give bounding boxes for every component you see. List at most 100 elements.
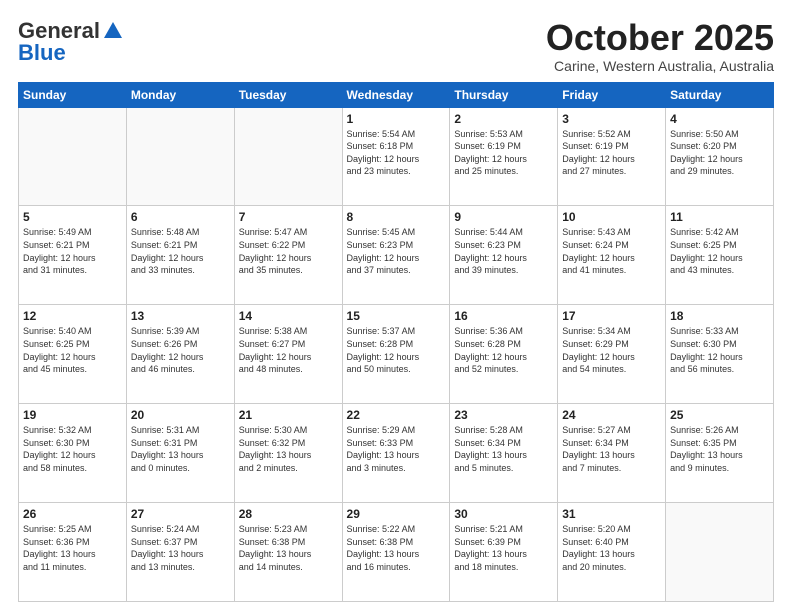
calendar-cell: 30Sunrise: 5:21 AM Sunset: 6:39 PM Dayli… xyxy=(450,503,558,602)
day-info: Sunrise: 5:36 AM Sunset: 6:28 PM Dayligh… xyxy=(454,325,553,375)
calendar-cell: 19Sunrise: 5:32 AM Sunset: 6:30 PM Dayli… xyxy=(19,404,127,503)
day-info: Sunrise: 5:25 AM Sunset: 6:36 PM Dayligh… xyxy=(23,523,122,573)
header: General Blue October 2025 Carine, Wester… xyxy=(18,18,774,74)
calendar-cell: 15 Sunrise: 5:37 AM Sunset: 6:28 PM Dayli… xyxy=(342,305,450,404)
calendar-cell: 1Sunrise: 5:54 AM Sunset: 6:18 PM Daylig… xyxy=(342,107,450,206)
day-info: Sunrise: 5:31 AM Sunset: 6:31 PM Dayligh… xyxy=(131,424,230,474)
day-number: 25 xyxy=(670,408,769,422)
calendar-cell: 9 Sunrise: 5:44 AM Sunset: 6:23 PM Daylig… xyxy=(450,206,558,305)
day-number: 13 xyxy=(131,309,230,323)
calendar-cell: 10 Sunrise: 5:43 AM Sunset: 6:24 PM Dayli… xyxy=(558,206,666,305)
week-row-1: 1Sunrise: 5:54 AM Sunset: 6:18 PM Daylig… xyxy=(19,107,774,206)
day-info: Sunrise: 5:52 AM Sunset: 6:19 PM Dayligh… xyxy=(562,128,661,178)
logo: General Blue xyxy=(18,18,124,66)
day-number: 11 xyxy=(670,210,769,224)
day-info: Sunrise: 5:50 AM Sunset: 6:20 PM Dayligh… xyxy=(670,128,769,178)
calendar-cell: 2 Sunrise: 5:53 AM Sunset: 6:19 PM Daylig… xyxy=(450,107,558,206)
day-number: 15 xyxy=(347,309,446,323)
day-info: Sunrise: 5:42 AM Sunset: 6:25 PM Dayligh… xyxy=(670,226,769,276)
col-header-friday: Friday xyxy=(558,82,666,107)
day-number: 29 xyxy=(347,507,446,521)
calendar-cell: 20 Sunrise: 5:31 AM Sunset: 6:31 PM Dayli… xyxy=(126,404,234,503)
day-info: Sunrise: 5:28 AM Sunset: 6:34 PM Dayligh… xyxy=(454,424,553,474)
day-info: Sunrise: 5:47 AM Sunset: 6:22 PM Dayligh… xyxy=(239,226,338,276)
calendar-cell: 3Sunrise: 5:52 AM Sunset: 6:19 PM Daylig… xyxy=(558,107,666,206)
calendar-cell: 25 Sunrise: 5:26 AM Sunset: 6:35 PM Dayli… xyxy=(666,404,774,503)
calendar-cell xyxy=(126,107,234,206)
day-number: 9 xyxy=(454,210,553,224)
day-number: 26 xyxy=(23,507,122,521)
day-info: Sunrise: 5:38 AM Sunset: 6:27 PM Dayligh… xyxy=(239,325,338,375)
day-number: 20 xyxy=(131,408,230,422)
day-number: 7 xyxy=(239,210,338,224)
calendar-cell: 7 Sunrise: 5:47 AM Sunset: 6:22 PM Daylig… xyxy=(234,206,342,305)
col-header-sunday: Sunday xyxy=(19,82,127,107)
month-title: October 2025 xyxy=(546,18,774,58)
day-number: 28 xyxy=(239,507,338,521)
calendar-cell: 11 Sunrise: 5:42 AM Sunset: 6:25 PM Dayli… xyxy=(666,206,774,305)
day-info: Sunrise: 5:22 AM Sunset: 6:38 PM Dayligh… xyxy=(347,523,446,573)
calendar-table: Sunday Monday Tuesday Wednesday Thursday… xyxy=(18,82,774,602)
calendar-cell: 5 Sunrise: 5:49 AM Sunset: 6:21 PM Daylig… xyxy=(19,206,127,305)
day-number: 5 xyxy=(23,210,122,224)
day-number: 27 xyxy=(131,507,230,521)
day-number: 10 xyxy=(562,210,661,224)
calendar-cell: 29 Sunrise: 5:22 AM Sunset: 6:38 PM Dayli… xyxy=(342,503,450,602)
day-info: Sunrise: 5:26 AM Sunset: 6:35 PM Dayligh… xyxy=(670,424,769,474)
col-header-wednesday: Wednesday xyxy=(342,82,450,107)
day-info: Sunrise: 5:33 AM Sunset: 6:30 PM Dayligh… xyxy=(670,325,769,375)
day-info: Sunrise: 5:20 AM Sunset: 6:40 PM Dayligh… xyxy=(562,523,661,573)
day-info: Sunrise: 5:49 AM Sunset: 6:21 PM Dayligh… xyxy=(23,226,122,276)
day-info: Sunrise: 5:23 AM Sunset: 6:38 PM Dayligh… xyxy=(239,523,338,573)
day-info: Sunrise: 5:45 AM Sunset: 6:23 PM Dayligh… xyxy=(347,226,446,276)
day-number: 14 xyxy=(239,309,338,323)
day-number: 30 xyxy=(454,507,553,521)
day-info: Sunrise: 5:37 AM Sunset: 6:28 PM Dayligh… xyxy=(347,325,446,375)
calendar-cell: 23 Sunrise: 5:28 AM Sunset: 6:34 PM Dayli… xyxy=(450,404,558,503)
day-info: Sunrise: 5:54 AM Sunset: 6:18 PM Dayligh… xyxy=(347,128,446,178)
day-number: 23 xyxy=(454,408,553,422)
calendar-cell xyxy=(666,503,774,602)
day-number: 12 xyxy=(23,309,122,323)
calendar-cell: 8 Sunrise: 5:45 AM Sunset: 6:23 PM Daylig… xyxy=(342,206,450,305)
calendar-header-row: Sunday Monday Tuesday Wednesday Thursday… xyxy=(19,82,774,107)
day-info: Sunrise: 5:44 AM Sunset: 6:23 PM Dayligh… xyxy=(454,226,553,276)
day-info: Sunrise: 5:29 AM Sunset: 6:33 PM Dayligh… xyxy=(347,424,446,474)
day-info: Sunrise: 5:40 AM Sunset: 6:25 PM Dayligh… xyxy=(23,325,122,375)
col-header-tuesday: Tuesday xyxy=(234,82,342,107)
calendar-cell: 6Sunrise: 5:48 AM Sunset: 6:21 PM Daylig… xyxy=(126,206,234,305)
calendar-cell: 14 Sunrise: 5:38 AM Sunset: 6:27 PM Dayli… xyxy=(234,305,342,404)
day-number: 24 xyxy=(562,408,661,422)
day-number: 22 xyxy=(347,408,446,422)
calendar-cell: 13 Sunrise: 5:39 AM Sunset: 6:26 PM Dayli… xyxy=(126,305,234,404)
calendar-cell: 21 Sunrise: 5:30 AM Sunset: 6:32 PM Dayli… xyxy=(234,404,342,503)
calendar-cell: 18 Sunrise: 5:33 AM Sunset: 6:30 PM Dayli… xyxy=(666,305,774,404)
week-row-5: 26 Sunrise: 5:25 AM Sunset: 6:36 PM Dayli… xyxy=(19,503,774,602)
day-number: 2 xyxy=(454,112,553,126)
day-info: Sunrise: 5:39 AM Sunset: 6:26 PM Dayligh… xyxy=(131,325,230,375)
day-number: 4 xyxy=(670,112,769,126)
week-row-4: 19Sunrise: 5:32 AM Sunset: 6:30 PM Dayli… xyxy=(19,404,774,503)
col-header-saturday: Saturday xyxy=(666,82,774,107)
week-row-3: 12 Sunrise: 5:40 AM Sunset: 6:25 PM Dayli… xyxy=(19,305,774,404)
calendar-cell xyxy=(19,107,127,206)
calendar-cell: 31 Sunrise: 5:20 AM Sunset: 6:40 PM Dayli… xyxy=(558,503,666,602)
day-info: Sunrise: 5:32 AM Sunset: 6:30 PM Dayligh… xyxy=(23,424,122,474)
calendar-cell: 12 Sunrise: 5:40 AM Sunset: 6:25 PM Dayli… xyxy=(19,305,127,404)
day-info: Sunrise: 5:27 AM Sunset: 6:34 PM Dayligh… xyxy=(562,424,661,474)
day-info: Sunrise: 5:53 AM Sunset: 6:19 PM Dayligh… xyxy=(454,128,553,178)
day-number: 21 xyxy=(239,408,338,422)
calendar-cell: 22 Sunrise: 5:29 AM Sunset: 6:33 PM Dayli… xyxy=(342,404,450,503)
day-number: 8 xyxy=(347,210,446,224)
day-info: Sunrise: 5:30 AM Sunset: 6:32 PM Dayligh… xyxy=(239,424,338,474)
day-number: 18 xyxy=(670,309,769,323)
col-header-monday: Monday xyxy=(126,82,234,107)
week-row-2: 5 Sunrise: 5:49 AM Sunset: 6:21 PM Daylig… xyxy=(19,206,774,305)
calendar-cell: 28 Sunrise: 5:23 AM Sunset: 6:38 PM Dayli… xyxy=(234,503,342,602)
logo-blue: Blue xyxy=(18,40,66,66)
col-header-thursday: Thursday xyxy=(450,82,558,107)
day-info: Sunrise: 5:43 AM Sunset: 6:24 PM Dayligh… xyxy=(562,226,661,276)
day-number: 31 xyxy=(562,507,661,521)
location: Carine, Western Australia, Australia xyxy=(546,58,774,74)
calendar-cell: 24 Sunrise: 5:27 AM Sunset: 6:34 PM Dayli… xyxy=(558,404,666,503)
